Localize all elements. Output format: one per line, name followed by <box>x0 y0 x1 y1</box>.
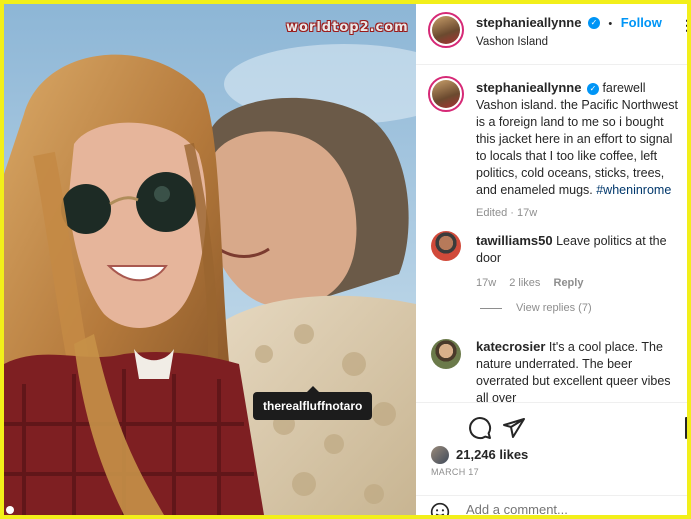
caption-text: farewell Vashon island. the Pacific Nort… <box>476 81 678 197</box>
view-replies-label[interactable]: View replies (7) <box>516 302 592 314</box>
author-username[interactable]: stephanieallynne <box>476 15 581 30</box>
comment-avatar[interactable] <box>431 231 461 261</box>
share-icon[interactable] <box>502 416 526 440</box>
comment-icon[interactable] <box>468 416 492 440</box>
caption-verified-icon: ✓ <box>586 82 599 95</box>
liker-avatar[interactable] <box>431 446 449 464</box>
save-icon[interactable] <box>682 416 687 440</box>
more-icon[interactable]: ⋮ <box>680 18 687 32</box>
post-frame: worldtop2.com therealfluffnotaro stephan… <box>4 4 687 515</box>
header-separator: • <box>608 18 613 30</box>
caption-avatar[interactable] <box>428 76 464 112</box>
comment-item: tawilliams50 Leave politics at the door … <box>476 232 686 292</box>
post-side-panel: stephanieallynne ✓ • Follow Vashon Islan… <box>416 4 687 515</box>
photo-illustration <box>4 4 416 515</box>
post-photo[interactable]: worldtop2.com therealfluffnotaro <box>4 4 416 515</box>
post-caption: stephanieallynne ✓ farewell Vashon islan… <box>476 79 686 222</box>
comment-reply-button[interactable]: Reply <box>554 277 584 289</box>
caption-meta: Edited · 17w <box>476 207 538 219</box>
post-location[interactable]: Vashon Island <box>476 36 548 48</box>
watermark-text: worldtop2.com <box>286 20 409 35</box>
comment-meta: 17w 2 likes Reply <box>476 275 686 292</box>
like-count[interactable]: 21,246 likes <box>456 447 528 462</box>
post-actions: 21,246 likes MARCH 17 <box>416 402 687 515</box>
post-date: MARCH 17 <box>431 467 479 477</box>
author-avatar[interactable] <box>428 12 464 48</box>
comment-item: katecrosier It's a cool place. The natur… <box>476 338 686 407</box>
emoji-icon[interactable] <box>430 502 450 515</box>
user-tag-label[interactable]: therealfluffnotaro <box>253 386 373 420</box>
comment-composer <box>416 495 687 515</box>
follow-button[interactable]: Follow <box>621 15 662 30</box>
comment-likes[interactable]: 2 likes <box>509 277 540 289</box>
view-replies-button[interactable]: View replies (7) <box>480 302 592 314</box>
caption-username[interactable]: stephanieallynne <box>476 80 581 95</box>
comment-avatar[interactable] <box>431 339 461 369</box>
comment-username[interactable]: katecrosier <box>476 339 545 354</box>
post-header: stephanieallynne ✓ • Follow Vashon Islan… <box>416 4 687 65</box>
comment-input[interactable] <box>466 502 666 515</box>
comment-age: 17w <box>476 277 497 289</box>
verified-icon: ✓ <box>587 16 600 29</box>
comment-username[interactable]: tawilliams50 <box>476 233 553 248</box>
tag-person-icon[interactable] <box>6 506 14 514</box>
caption-hashtag[interactable]: #wheninrome <box>596 183 671 197</box>
